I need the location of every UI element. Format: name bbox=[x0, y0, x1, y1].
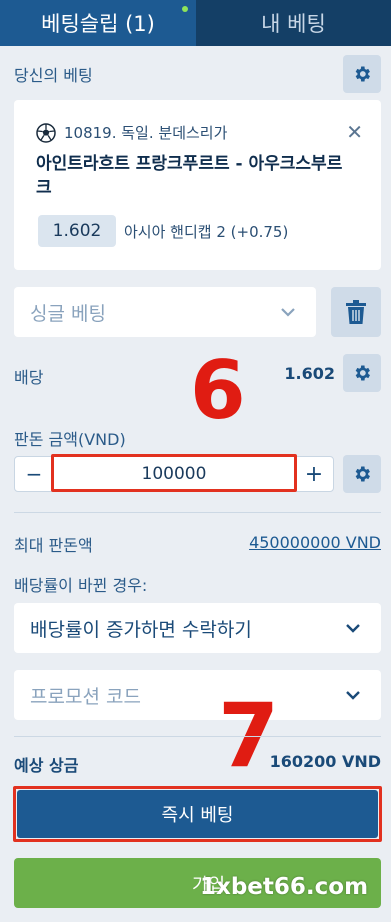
delete-all-button[interactable] bbox=[331, 287, 381, 337]
bet-market: 아시아 핸디캡 2 (+0.75) bbox=[124, 223, 289, 241]
close-icon: ✕ bbox=[346, 120, 363, 144]
divider bbox=[14, 736, 381, 737]
bet-type-value: 싱글 베팅 bbox=[30, 302, 106, 325]
potential-winnings-value: 160200 VND bbox=[269, 752, 381, 771]
max-stake-link[interactable]: 450000000 VND bbox=[249, 533, 381, 552]
gear-icon bbox=[355, 66, 370, 82]
remove-bet-button[interactable]: ✕ bbox=[346, 120, 363, 144]
stake-decrease-button[interactable]: − bbox=[15, 457, 53, 491]
max-stake-label: 최대 판돈액 bbox=[14, 536, 93, 555]
tab-my-bets[interactable]: 내 베팅 bbox=[196, 0, 391, 46]
chevron-down-icon bbox=[346, 624, 360, 633]
chevron-down-icon bbox=[346, 691, 360, 700]
potential-winnings-label: 예상 상금 bbox=[14, 756, 79, 775]
bet-card: 10819. 독일. 분데스리가 ✕ 아인트라흐트 프랑크푸르트 - 아우크스부… bbox=[14, 100, 381, 270]
divider bbox=[14, 512, 381, 513]
promo-code-select[interactable]: 프로모션 코드 bbox=[14, 670, 381, 720]
stake-stepper: − + bbox=[14, 456, 334, 492]
odds-change-value: 배당률이 증가하면 수락하기 bbox=[30, 618, 252, 641]
tab-my-bets-label: 내 베팅 bbox=[261, 12, 326, 36]
tab-betslip-label: 베팅슬립 (1) bbox=[41, 12, 155, 36]
watermark: 1xbet66.com bbox=[200, 874, 369, 900]
promo-code-placeholder: 프로모션 코드 bbox=[30, 685, 141, 708]
odds-change-label: 배당률이 바뀐 경우: bbox=[14, 576, 148, 595]
odds-settings-button[interactable] bbox=[343, 354, 381, 392]
tab-betslip[interactable]: 베팅슬립 (1) bbox=[0, 0, 196, 46]
gear-icon bbox=[355, 466, 370, 482]
odds-value: 1.602 bbox=[284, 364, 335, 383]
betslip-settings-button[interactable] bbox=[343, 55, 381, 93]
gear-icon bbox=[355, 365, 370, 381]
stake-settings-button[interactable] bbox=[343, 455, 381, 493]
league-name: 10819. 독일. 분데스리가 bbox=[64, 124, 228, 142]
stake-input[interactable] bbox=[54, 457, 294, 491]
match-name: 아인트라흐트 프랑크푸르트 - 아우크스부르크 bbox=[36, 154, 343, 198]
stake-increase-button[interactable]: + bbox=[295, 457, 333, 491]
trash-icon bbox=[346, 300, 366, 324]
notification-dot bbox=[182, 6, 188, 12]
place-bet-button[interactable]: 즉시 베팅 bbox=[17, 790, 378, 838]
bet-odds: 1.602 bbox=[38, 215, 116, 247]
bet-type-select[interactable]: 싱글 베팅 bbox=[14, 287, 316, 337]
betslip-tabs: 베팅슬립 (1) 내 베팅 bbox=[0, 0, 391, 46]
chevron-down-icon bbox=[281, 308, 295, 317]
odds-label: 배당 bbox=[14, 368, 44, 387]
step-6-annotation: 6 bbox=[190, 344, 246, 437]
league-row: 10819. 독일. 분데스리가 bbox=[36, 122, 227, 143]
your-bet-label: 당신의 베팅 bbox=[14, 66, 93, 85]
soccer-ball-icon bbox=[36, 122, 56, 143]
odds-change-select[interactable]: 배당률이 증가하면 수락하기 bbox=[14, 603, 381, 653]
stake-label: 판돈 금액(VND) bbox=[14, 430, 126, 449]
